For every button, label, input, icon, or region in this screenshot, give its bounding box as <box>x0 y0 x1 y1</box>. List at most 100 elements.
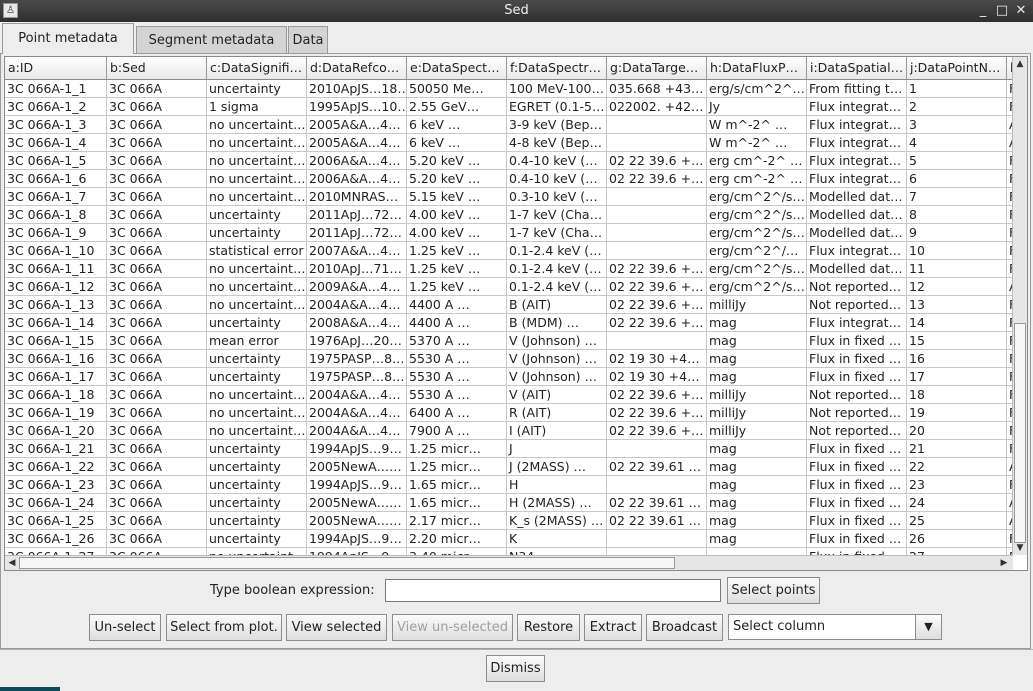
table-cell-col-spatial[interactable]: Flux in fixed … <box>807 494 907 512</box>
table-cell-col-flux-units[interactable]: milliJy <box>707 404 807 422</box>
table-cell-col-significance[interactable]: uncertainty <box>207 512 307 530</box>
column-header-col-sed[interactable]: b:Sed <box>107 57 207 79</box>
table-cell-col-spectral-value[interactable]: 7900 A … <box>407 422 507 440</box>
scroll-left-arrow-icon[interactable]: ◀ <box>5 556 19 570</box>
table-cell-col-sed[interactable]: 3C 066A <box>107 530 207 548</box>
table-row[interactable]: 3C 066A-1_13 3C 066A no uncertaint… 2004A&A… <box>5 296 1013 314</box>
table-cell-col-spectral-value[interactable]: 6400 A … <box>407 404 507 422</box>
table-cell-col-spatial[interactable]: Modelled dat… <box>807 206 907 224</box>
chevron-down-icon[interactable]: ▼ <box>915 615 941 639</box>
table-cell-col-significance[interactable]: 1 sigma <box>207 98 307 116</box>
table-cell-col-point-number[interactable]: 20 <box>907 422 1007 440</box>
table-cell-col-sed[interactable]: 3C 066A <box>107 422 207 440</box>
table-cell-col-sed[interactable]: 3C 066A <box>107 152 207 170</box>
table-cell-col-spectral-value[interactable]: 1.25 keV … <box>407 260 507 278</box>
table-cell-col-sed[interactable]: 3C 066A <box>107 494 207 512</box>
table-cell-col-refcode[interactable]: 1995ApJS…10… <box>307 98 407 116</box>
horizontal-scroll-thumb[interactable] <box>19 557 675 569</box>
table-cell-col-refcode[interactable]: 2004A&A…4… <box>307 386 407 404</box>
dismiss-button[interactable]: Dismiss <box>486 655 545 682</box>
table-cell-col-target[interactable]: 035.668 +43… <box>607 80 707 98</box>
table-cell-col-spectral-value[interactable]: 1.25 keV … <box>407 278 507 296</box>
select-from-plot-button[interactable]: Select from plot. <box>166 614 282 641</box>
table-row[interactable]: 3C 066A-1_24 3C 066A uncertainty 2005NewA……… <box>5 494 1013 512</box>
table-cell-col-sed[interactable]: 3C 066A <box>107 80 207 98</box>
view-selected-button[interactable]: View selected <box>286 614 387 641</box>
table-cell-col-spatial[interactable]: Modelled dat… <box>807 224 907 242</box>
table-cell-col-id[interactable]: 3C 066A-1_5 <box>5 152 107 170</box>
table-cell-col-sed[interactable]: 3C 066A <box>107 440 207 458</box>
scroll-up-arrow-icon[interactable]: ▲ <box>1013 57 1027 71</box>
table-cell-col-spectral-band[interactable]: K_s (2MASS) … <box>507 512 607 530</box>
table-cell-col-target[interactable] <box>607 548 707 555</box>
table-cell-col-id[interactable]: 3C 066A-1_15 <box>5 332 107 350</box>
table-cell-col-spatial[interactable]: Flux in fixed … <box>807 440 907 458</box>
table-cell-col-flux-units[interactable]: erg/cm^2^/s… <box>707 278 807 296</box>
table-cell-col-target[interactable] <box>607 188 707 206</box>
column-header-col-target[interactable]: g:DataTarge… <box>607 57 707 79</box>
table-cell-col-target[interactable] <box>607 116 707 134</box>
table-cell-col-point-number[interactable]: 6 <box>907 170 1007 188</box>
table-cell-col-spectral-value[interactable]: 5.20 keV … <box>407 152 507 170</box>
table-cell-col-flux-units[interactable]: W m^-2^ … <box>707 116 807 134</box>
table-cell-col-flux-units[interactable]: erg/cm^2^/s… <box>707 188 807 206</box>
table-cell-col-significance[interactable]: uncertainty <box>207 206 307 224</box>
table-row[interactable]: 3C 066A-1_19 3C 066A no uncertaint… 2004A&A… <box>5 404 1013 422</box>
table-cell-col-spectral-band[interactable]: 0.1-2.4 keV (… <box>507 260 607 278</box>
table-cell-col-spectral-value[interactable]: 5530 A … <box>407 386 507 404</box>
table-cell-col-flux-units[interactable]: mag <box>707 314 807 332</box>
table-cell-col-refcode[interactable]: 2005NewA…… <box>307 512 407 530</box>
table-cell-col-significance[interactable]: no uncertaint… <box>207 134 307 152</box>
table-row[interactable]: 3C 066A-1_2 3C 066A 1 sigma 1995ApJS…10… 2.5… <box>5 98 1013 116</box>
table-cell-col-point-number[interactable]: 8 <box>907 206 1007 224</box>
table-cell-col-point-number[interactable]: 17 <box>907 368 1007 386</box>
table-cell-col-point-number[interactable]: 7 <box>907 188 1007 206</box>
table-cell-col-target[interactable] <box>607 224 707 242</box>
table-cell-col-spatial[interactable]: Not reported… <box>807 404 907 422</box>
table-cell-col-spectral-value[interactable]: 50050 Me… <box>407 80 507 98</box>
table-cell-col-sed[interactable]: 3C 066A <box>107 260 207 278</box>
table-cell-col-refcode[interactable]: 2006A&A…4… <box>307 170 407 188</box>
table-cell-col-significance[interactable]: no uncertaint… <box>207 170 307 188</box>
extract-button[interactable]: Extract <box>584 614 642 641</box>
table-cell-col-point-number[interactable]: 13 <box>907 296 1007 314</box>
table-row[interactable]: 3C 066A-1_4 3C 066A no uncertaint… 2005A&A…… <box>5 134 1013 152</box>
table-cell-col-spectral-band[interactable]: 0.1-2.4 keV (… <box>507 242 607 260</box>
table-cell-col-point-number[interactable]: 5 <box>907 152 1007 170</box>
table-cell-col-refcode[interactable]: 2004A&A…4… <box>307 404 407 422</box>
table-row[interactable]: 3C 066A-1_10 3C 066A statistical error 2007… <box>5 242 1013 260</box>
table-cell-col-spectral-band[interactable]: 4-8 keV (Bep… <box>507 134 607 152</box>
table-cell-col-spectral-value[interactable]: 6 keV … <box>407 134 507 152</box>
table-cell-col-id[interactable]: 3C 066A-1_21 <box>5 440 107 458</box>
table-cell-col-flux-units[interactable]: mag <box>707 512 807 530</box>
table-cell-col-refcode[interactable]: 2008A&A…4… <box>307 314 407 332</box>
table-cell-col-id[interactable]: 3C 066A-1_22 <box>5 458 107 476</box>
table-cell-col-spectral-band[interactable]: V (Johnson) … <box>507 368 607 386</box>
table-cell-col-spectral-band[interactable]: N34 <box>507 548 607 555</box>
table-cell-col-significance[interactable]: uncertainty <box>207 494 307 512</box>
table-cell-col-refcode[interactable]: 2011ApJ…72… <box>307 224 407 242</box>
table-cell-col-id[interactable]: 3C 066A-1_6 <box>5 170 107 188</box>
table-cell-col-refcode[interactable]: 2005A&A…4… <box>307 134 407 152</box>
table-row[interactable]: 3C 066A-1_9 3C 066A uncertainty 2011ApJ…72…… <box>5 224 1013 242</box>
table-cell-col-significance[interactable]: uncertainty <box>207 314 307 332</box>
table-cell-col-point-number[interactable]: 27 <box>907 548 1007 555</box>
table-cell-col-flux-units[interactable]: erg cm^-2^ … <box>707 152 807 170</box>
table-cell-col-spatial[interactable]: Flux integrat… <box>807 242 907 260</box>
column-header-col-spectral-band[interactable]: f:DataSpectr… <box>507 57 607 79</box>
table-cell-col-spectral-band[interactable]: B (MDM) … <box>507 314 607 332</box>
maximize-button[interactable]: □ <box>993 2 1011 20</box>
table-cell-col-spectral-value[interactable]: 4.00 keV … <box>407 224 507 242</box>
table-cell-col-point-number[interactable]: 2 <box>907 98 1007 116</box>
table-cell-col-significance[interactable]: no uncertaint… <box>207 152 307 170</box>
table-cell-col-flux-units[interactable] <box>707 548 807 555</box>
table-cell-col-flux-units[interactable]: mag <box>707 458 807 476</box>
table-cell-col-spatial[interactable]: Flux integrat… <box>807 134 907 152</box>
table-cell-col-flux-units[interactable]: mag <box>707 368 807 386</box>
table-cell-col-spectral-value[interactable]: 6 keV … <box>407 116 507 134</box>
table-cell-col-sed[interactable]: 3C 066A <box>107 188 207 206</box>
table-cell-col-id[interactable]: 3C 066A-1_19 <box>5 404 107 422</box>
table-cell-col-target[interactable] <box>607 440 707 458</box>
table-cell-col-spectral-value[interactable]: 1.65 micr… <box>407 494 507 512</box>
table-cell-col-spectral-band[interactable]: EGRET (0.1-5… <box>507 98 607 116</box>
